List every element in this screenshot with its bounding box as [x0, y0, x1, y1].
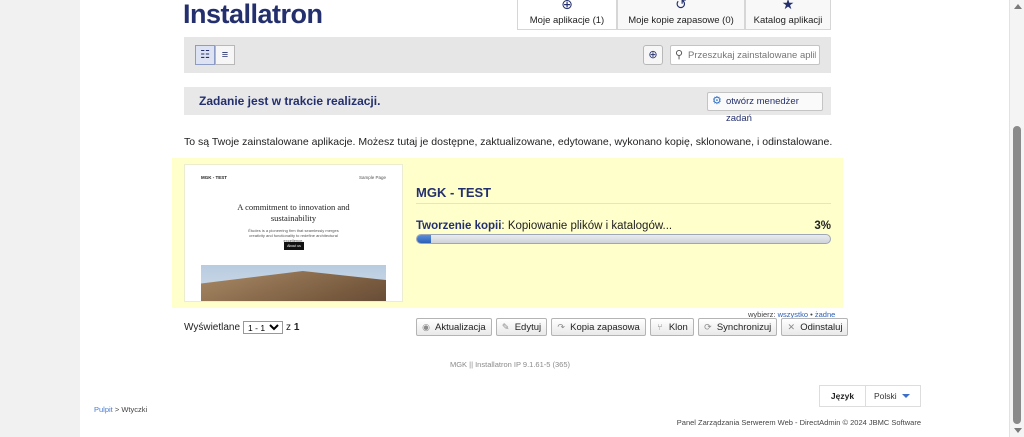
task-message: Zadanie jest w trakcie realizacji. [199, 94, 381, 108]
pager-select[interactable]: 1 - 1 [243, 321, 284, 334]
tab-my-apps[interactable]: ⊕ Moje aplikacje (1) [517, 0, 617, 30]
list-detail-icon: ☷ [200, 49, 210, 61]
app-row: MGK - TEST Sample Page A commitment to i… [172, 158, 843, 308]
edit-button[interactable]: ✎ Edytuj [495, 318, 548, 336]
page-scrollbar[interactable] [1009, 0, 1024, 437]
pager: Wyświetlane 1 - 1 z 1 [184, 321, 299, 334]
progress-status: Kopiowanie plików i katalogów... [507, 220, 673, 232]
breadcrumb-home-link[interactable]: Pulpit [94, 405, 113, 414]
tab-my-backups[interactable]: ↺ Moje kopie zapasowe (0) [617, 0, 745, 30]
progress-percent: 3% [814, 220, 831, 232]
tab-app-catalog-label: Katalog aplikacji [753, 15, 823, 26]
thumbnail-photo [201, 265, 386, 301]
open-task-manager-button[interactable]: ⚙ otwórz menedżer zadań [707, 92, 823, 124]
clone-button[interactable]: ⑂ Klon [649, 318, 694, 336]
chevron-down-icon [902, 394, 910, 398]
app-name-link[interactable]: MGK - TEST [416, 185, 491, 200]
breadcrumb: Pulpit > Wtyczki [94, 405, 147, 414]
language-value-text: Polski [874, 391, 897, 401]
search-input[interactable] [688, 48, 816, 62]
update-icon: ◉ [422, 321, 430, 332]
sync-label: Synchronizuj [716, 321, 772, 333]
backup-label: Kopia zapasowa [570, 321, 640, 333]
thumbnail-building-image [201, 271, 386, 301]
breadcrumb-separator: > [114, 405, 120, 414]
search-box: ⚲ [670, 45, 820, 65]
app-actions: ◉ Aktualizacja ✎ Edytuj ↷ Kopia zapasowa ⑂ K… [416, 318, 849, 336]
sync-button[interactable]: ⟳ Synchronizuj [697, 318, 778, 336]
search-icon: ⚲ [675, 49, 684, 61]
thumbnail-body: Études is a pioneering firm that seamles… [248, 228, 339, 243]
progress-label: Tworzenie kopii: Kopiowanie plików i kat… [416, 220, 673, 232]
breadcrumb-current: Wtyczki [121, 405, 148, 414]
installatron-logo[interactable]: Installatron [183, 0, 323, 28]
apps-toolbar: ☷ ≡ ⊕ ⚲ [184, 37, 831, 73]
uninstall-label: Odinstaluj [800, 321, 843, 333]
tab-app-catalog[interactable]: ★ Katalog aplikacji [745, 0, 831, 30]
language-label: Język [820, 386, 866, 406]
intro-text: To są Twoje zainstalowane aplikacje. Moż… [184, 136, 833, 148]
update-label: Aktualizacja [435, 321, 486, 333]
update-button[interactable]: ◉ Aktualizacja [416, 318, 492, 336]
pager-of: z [286, 322, 292, 333]
language-value[interactable]: Polski [866, 386, 920, 406]
wrench-icon: ✎ [501, 321, 510, 332]
progress-task-name: Tworzenie kopii [416, 220, 502, 232]
download-circle-icon: ⊕ [561, 0, 573, 12]
download-circle-icon: ⊕ [648, 49, 658, 61]
uninstall-button[interactable]: ✕ Odinstaluj [781, 318, 849, 336]
backup-button[interactable]: ↷ Kopia zapasowa [551, 318, 646, 336]
copyright-text: Panel Zarządzania Serwerem Web - DirectA… [676, 418, 921, 427]
install-download-button[interactable]: ⊕ [643, 45, 663, 65]
scroll-up-arrow-icon[interactable] [1014, 4, 1022, 9]
list-detail-view-button[interactable]: ☷ [195, 45, 215, 65]
backup-arrow-icon: ↷ [557, 321, 565, 332]
thumbnail-headline: A commitment to innovation and sustainab… [237, 202, 350, 223]
version-footer: MGK || Installatron IP 9.1.61-5 (365) [0, 360, 1024, 369]
tab-my-apps-label: Moje aplikacje (1) [529, 15, 605, 26]
app-divider [416, 203, 831, 204]
main-tabs: ⊕ Moje aplikacje (1) ↺ Moje kopie zapaso… [517, 0, 831, 30]
thumbnail-site-title: MGK - TEST [201, 175, 227, 180]
close-icon: ✕ [787, 321, 795, 332]
thumbnail-nav-link: Sample Page [358, 175, 386, 180]
gear-icon: ⚙ [712, 95, 722, 107]
version-text: MGK || Installatron IP 9.1.61-5 (365) [449, 360, 571, 369]
restore-icon: ↺ [675, 0, 687, 12]
task-status-bar: Zadanie jest w trakcie realizacji. ⚙ otw… [184, 87, 831, 124]
progress-bar [416, 234, 831, 244]
clone-label: Klon [668, 321, 688, 333]
list-compact-icon: ≡ [221, 49, 229, 61]
edit-label: Edytuj [514, 321, 542, 333]
tab-my-backups-label: Moje kopie zapasowe (0) [628, 15, 734, 26]
pager-total: 1 [293, 322, 300, 333]
list-compact-view-button[interactable]: ≡ [215, 45, 235, 65]
thumbnail-button: About us [284, 242, 304, 250]
pager-label: Wyświetlane [184, 322, 241, 333]
scrollbar-thumb[interactable] [1013, 126, 1021, 424]
progress-bar-fill [417, 235, 432, 243]
clone-icon: ⑂ [657, 322, 663, 332]
scroll-down-arrow-icon[interactable] [1014, 428, 1022, 433]
app-thumbnail[interactable]: MGK - TEST Sample Page A commitment to i… [184, 164, 403, 302]
language-selector[interactable]: Język Polski [819, 385, 921, 407]
star-icon: ★ [781, 0, 795, 12]
sync-icon: ⟳ [704, 321, 712, 332]
